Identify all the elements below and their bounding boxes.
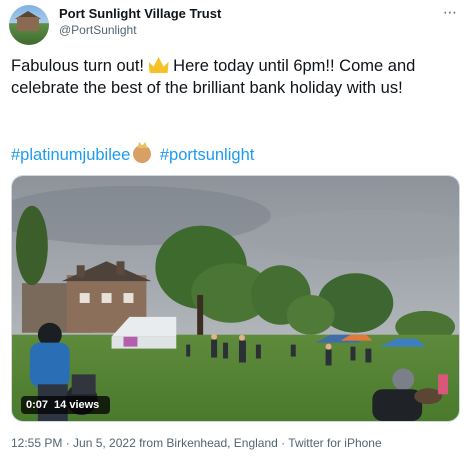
crown-emoji-icon [148, 57, 169, 73]
hashtag-portsunlight[interactable]: #portsunlight [160, 146, 254, 164]
avatar[interactable] [9, 5, 49, 45]
video-views: 14 views [54, 399, 100, 411]
more-dots-icon[interactable]: ⋯ [443, 4, 458, 21]
video-stats-badge: 0:07 14 views [21, 396, 111, 414]
tweet-text-part1: Fabulous turn out! [11, 57, 149, 75]
hashtags: #platinumjubilee #portsunlight [11, 145, 254, 165]
hashtag-platinumjubilee[interactable]: #platinumjubilee [11, 146, 130, 164]
video-duration: 0:07 [26, 399, 49, 411]
tweet-text: Fabulous turn out! Here today until 6pm!… [11, 55, 461, 99]
video-player[interactable] [11, 175, 460, 422]
avatar-house [17, 17, 39, 31]
user-handle[interactable]: @PortSunlight [59, 23, 137, 37]
bear-crown-emoji-icon [133, 145, 152, 163]
tweet-timestamp[interactable]: 12:55 PM · Jun 5, 2022 from Birkenhead, … [11, 436, 382, 450]
video-thumbnail [12, 176, 459, 421]
display-name[interactable]: Port Sunlight Village Trust [59, 6, 221, 21]
tweet-card: Port Sunlight Village Trust @PortSunligh… [0, 0, 470, 466]
